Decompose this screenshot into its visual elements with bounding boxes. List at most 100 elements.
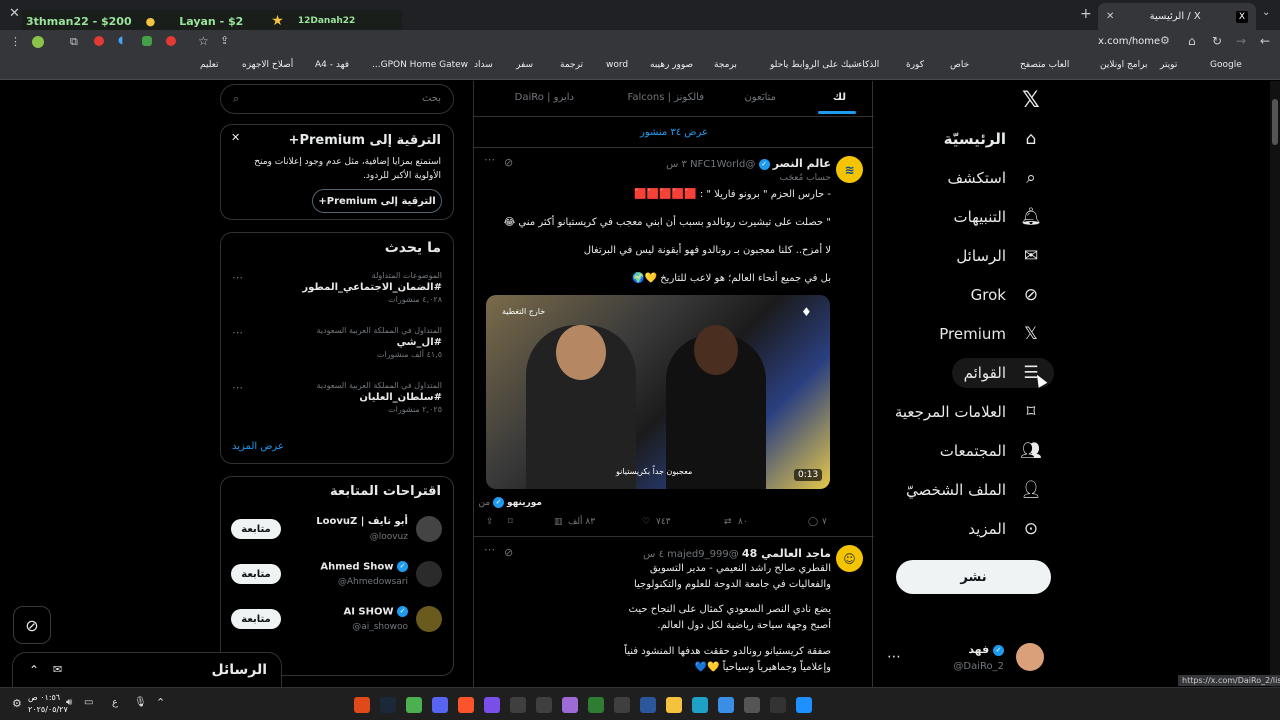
- trend-item[interactable]: المتداول في المملكة العربية السعودية #سلط…: [232, 381, 442, 414]
- extension-icon-2[interactable]: ⧉: [70, 35, 78, 49]
- tweet-2-avatar[interactable]: ☺: [836, 545, 863, 572]
- trend-more-icon[interactable]: ⋯: [232, 326, 243, 339]
- close-tab-icon[interactable]: ✕: [1106, 11, 1114, 22]
- share-icon[interactable]: ⇪: [486, 517, 494, 527]
- app-icon-6[interactable]: [588, 697, 604, 713]
- extension-icon-6[interactable]: [166, 36, 176, 46]
- close-icon[interactable]: ✕: [231, 131, 240, 144]
- network-icon[interactable]: ▭: [84, 697, 93, 708]
- grok-icon[interactable]: ⊘: [504, 546, 513, 559]
- windows-start-icon[interactable]: [796, 697, 812, 713]
- bookmark-star-icon[interactable]: ☆: [198, 34, 209, 48]
- tweet-1-avatar[interactable]: ≋: [836, 156, 863, 183]
- forward-icon[interactable]: →: [1236, 34, 1246, 48]
- tweet-more-icon[interactable]: ⋯: [484, 153, 495, 166]
- follow-button[interactable]: متابعة: [231, 519, 281, 539]
- trend-item[interactable]: المتداول في المملكة العربية السعودية #ال_…: [232, 326, 442, 359]
- nav-item[interactable]: 👥︎ المجتمعات: [940, 436, 1042, 466]
- post-button[interactable]: نشر: [896, 560, 1051, 594]
- app-icon-4[interactable]: [536, 697, 552, 713]
- bookmark-item[interactable]: تعليم: [200, 60, 219, 70]
- follow-suggestion[interactable]: ✓ Ahmed Show @Ahmedowsari متابعة: [220, 561, 454, 601]
- follow-suggestion[interactable]: ✓ AI SHOW @ai_showoo متابعة: [220, 606, 454, 646]
- browser-menu-icon[interactable]: ⋮: [10, 35, 21, 48]
- bookmark-item[interactable]: الذكاء: [858, 60, 879, 70]
- follow-suggestion[interactable]: أبو نايف | LoovuZ @loovuz متابعة: [220, 516, 454, 556]
- from-account[interactable]: مورينهو: [507, 498, 542, 508]
- tweet-2[interactable]: ☺ ماجد العالمي 48 @majed9_999 ٤ س ⊘ ⋯ ال…: [474, 537, 874, 687]
- bookmark-icon[interactable]: ⌑: [508, 517, 513, 527]
- site-settings-icon[interactable]: ⚙: [1160, 34, 1170, 47]
- home-button-icon[interactable]: ⌂: [1188, 34, 1196, 48]
- timeline-tab[interactable]: فالكونز | Falcons: [628, 92, 705, 103]
- back-icon[interactable]: ←: [1260, 34, 1270, 48]
- reply-icon[interactable]: ◯: [808, 517, 818, 527]
- tweet-2-name[interactable]: ماجد العالمي 48: [742, 547, 831, 560]
- nav-item[interactable]: ⌕ استكشف: [948, 163, 1042, 193]
- nav-item[interactable]: ⌂ الرئيسيّة: [944, 124, 1042, 154]
- nav-item[interactable]: 👤︎ الملف الشخصيّ: [906, 475, 1042, 505]
- app-icon-9[interactable]: [744, 697, 760, 713]
- chrome-icon[interactable]: [406, 697, 422, 713]
- retweet-icon[interactable]: ⇄: [724, 517, 732, 527]
- word-icon[interactable]: [640, 697, 656, 713]
- steam-icon[interactable]: [380, 697, 396, 713]
- app-icon-5[interactable]: [562, 697, 578, 713]
- tweet-2-handle[interactable]: @majed9_999: [667, 549, 739, 560]
- bookmark-item[interactable]: خاص: [950, 60, 969, 70]
- timeline-tab[interactable]: متابَعون: [744, 92, 776, 103]
- extension-icon-1[interactable]: [32, 36, 44, 48]
- tweet-2-time[interactable]: ٤ س: [643, 549, 664, 560]
- nav-item[interactable]: ⊘ Grok: [971, 280, 1042, 310]
- app-icon-3[interactable]: [510, 697, 526, 713]
- bookmark-item[interactable]: برامج اونلاين: [1100, 60, 1148, 70]
- bookmark-item[interactable]: تويتر: [1160, 60, 1177, 70]
- share-page-icon[interactable]: ⇪: [220, 34, 229, 47]
- nav-item[interactable]: ⊙ المزيد: [968, 514, 1042, 544]
- premium-upgrade-button[interactable]: الترقية إلى Premium+: [312, 189, 442, 213]
- bookmark-item[interactable]: صوور رهيبه: [650, 60, 693, 70]
- taskbar-search-icon[interactable]: [770, 697, 786, 713]
- nav-item[interactable]: ⌑ العلامات المرجعية: [895, 397, 1042, 427]
- views-icon[interactable]: ▥: [554, 517, 563, 527]
- account-more-icon[interactable]: ⋯: [887, 649, 901, 665]
- bookmark-item[interactable]: سفر: [516, 60, 533, 70]
- new-message-icon[interactable]: ✉: [53, 663, 62, 676]
- bookmark-item[interactable]: Google: [1210, 60, 1242, 70]
- tweet-more-icon[interactable]: ⋯: [484, 543, 495, 556]
- trend-item[interactable]: الموضوعات المتداولة #الضمان_الاجتماعي_الم…: [232, 271, 442, 304]
- reload-icon[interactable]: ↻: [1212, 34, 1222, 48]
- tweet-1-handle[interactable]: @NFC1World: [690, 159, 755, 170]
- bookmark-item[interactable]: أصلاح الاجهزه: [242, 60, 293, 70]
- grok-icon[interactable]: ⊘: [504, 156, 513, 169]
- account-switcher[interactable]: ⋯ ✓ فهد @DaiRo_2: [884, 641, 1054, 681]
- search-box[interactable]: ⌕ بحث: [220, 84, 454, 114]
- tweet-1-video[interactable]: خارج التغطية ♦ معجبون جداً بكريستيانو 0:…: [486, 295, 830, 489]
- bookmark-item[interactable]: برمجة: [714, 60, 737, 70]
- tweet-1-time[interactable]: ٣ س: [666, 159, 687, 170]
- bookmark-item[interactable]: ترجمة: [560, 60, 583, 70]
- bookmark-item[interactable]: كورة: [906, 60, 924, 70]
- extension-icon-3[interactable]: [94, 36, 104, 46]
- app-icon-2[interactable]: [484, 697, 500, 713]
- language-indicator[interactable]: ع: [112, 697, 118, 708]
- tweet-1-name[interactable]: عالم النصر: [773, 157, 831, 170]
- discord-icon[interactable]: [432, 697, 448, 713]
- show-new-posts[interactable]: عرض ٣٤ منشور: [474, 127, 874, 138]
- nav-item[interactable]: ✉ الرسائل: [956, 241, 1042, 271]
- file-explorer-icon[interactable]: [666, 697, 682, 713]
- scrollbar-thumb[interactable]: [1272, 99, 1278, 145]
- bookmark-item[interactable]: شيك على الروابط ياحلو: [770, 60, 859, 70]
- nav-item[interactable]: 🔔︎ التنبيهات: [954, 202, 1042, 232]
- messages-drawer[interactable]: ⌃ ✉ الرسائل: [12, 652, 282, 687]
- like-icon[interactable]: ♡: [642, 517, 650, 527]
- volume-icon[interactable]: 🔊︎: [66, 697, 72, 708]
- bookmark-item[interactable]: العاب متصفح: [1020, 60, 1069, 70]
- tweet-1[interactable]: ≋ عالم النصر ✓ @NFC1World ٣ س ⊘ ⋯ حساب م…: [474, 147, 874, 537]
- extension-icon-5[interactable]: [142, 36, 152, 46]
- bookmark-item[interactable]: word: [606, 60, 628, 70]
- bookmark-item[interactable]: GPON Home Gatew...: [372, 60, 468, 70]
- new-tab-button[interactable]: +: [1080, 6, 1092, 22]
- edge-icon[interactable]: [692, 697, 708, 713]
- expand-icon[interactable]: ⌃: [29, 663, 39, 677]
